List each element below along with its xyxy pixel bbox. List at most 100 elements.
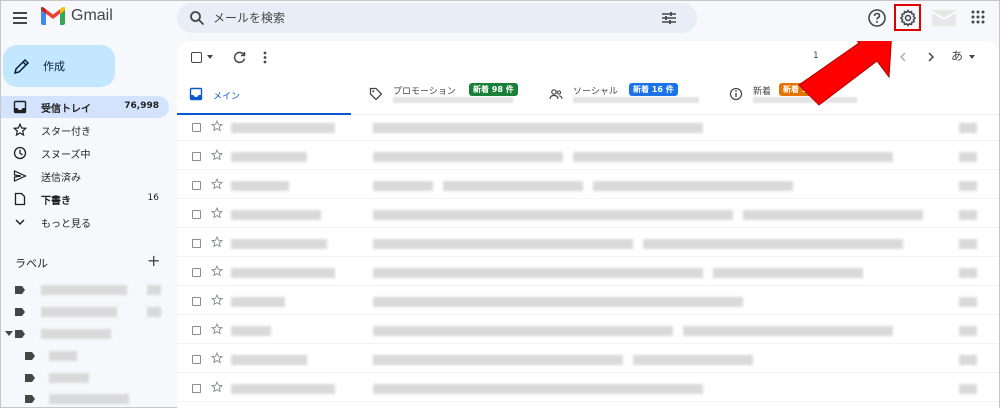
gmail-logo-icon[interactable] (41, 7, 65, 25)
redacted-subject (573, 152, 893, 162)
table-row[interactable] (177, 144, 999, 170)
redacted-subject (373, 355, 623, 365)
gear-icon[interactable] (899, 9, 917, 27)
sidebar-item-snoozed[interactable]: スヌーズ中 (1, 142, 169, 164)
redacted-label-name (49, 351, 77, 361)
search-options-icon[interactable] (661, 10, 677, 26)
table-row[interactable] (177, 318, 999, 344)
row-checkbox[interactable] (192, 384, 201, 393)
redacted-sender (231, 268, 335, 278)
label-item[interactable] (1, 282, 169, 298)
main-menu-icon[interactable] (9, 7, 31, 29)
inbox-icon (13, 100, 27, 114)
star-icon[interactable] (211, 149, 223, 161)
mail-list-panel: 1 0 行 あ メイン プロモーション 新着 98 件 (177, 41, 999, 408)
table-row[interactable] (177, 289, 999, 315)
table-row[interactable] (177, 260, 999, 286)
sidebar-item-starred[interactable]: スター付き (1, 119, 169, 141)
tab-new-badge: 新着 98 件 (469, 83, 518, 96)
search-icon[interactable] (189, 10, 205, 26)
star-icon[interactable] (211, 323, 223, 335)
label-tag-icon (25, 395, 35, 403)
redacted-subject (373, 239, 633, 249)
redacted-subject (373, 210, 733, 220)
sidebar-item-more[interactable]: もっと見る (1, 211, 169, 233)
sidebar-item-sent[interactable]: 送信済み (1, 165, 169, 187)
search-input[interactable] (213, 8, 633, 28)
redacted-date (959, 181, 977, 191)
star-icon[interactable] (211, 265, 223, 277)
label-item[interactable] (1, 370, 169, 386)
help-icon[interactable] (867, 8, 887, 28)
search-bar[interactable] (177, 3, 697, 33)
labels-heading: ラベル (15, 257, 48, 270)
table-row[interactable] (177, 173, 999, 199)
pencil-icon (13, 58, 30, 75)
table-row[interactable] (177, 115, 999, 141)
chevron-right-icon[interactable] (925, 51, 937, 63)
star-icon (13, 123, 27, 137)
row-checkbox[interactable] (192, 326, 201, 335)
input-tools-caret-icon[interactable] (969, 55, 975, 59)
sidebar-item-drafts[interactable]: 下書き 16 (1, 188, 169, 210)
send-icon (13, 170, 27, 182)
star-icon[interactable] (211, 236, 223, 248)
redacted-sender (231, 152, 307, 162)
tab-promotions[interactable]: プロモーション 新着 98 件 (357, 75, 531, 115)
row-checkbox[interactable] (192, 355, 201, 364)
tab-label: 新着 (753, 87, 772, 97)
redacted-label-name (49, 394, 129, 404)
sidebar-item-label: 送信済み (41, 173, 81, 184)
account-avatar[interactable] (931, 7, 957, 27)
sidebar-item-label: 下書き (41, 196, 71, 207)
label-item[interactable] (1, 304, 169, 320)
input-tools-button[interactable]: あ (951, 47, 963, 64)
label-tag-icon (15, 286, 25, 294)
label-item[interactable] (1, 326, 169, 342)
select-options-caret-icon[interactable] (207, 55, 213, 59)
tab-primary[interactable]: メイン (177, 75, 351, 115)
refresh-icon[interactable] (233, 51, 246, 64)
star-icon[interactable] (211, 352, 223, 364)
redacted-subject (373, 268, 703, 278)
sidebar-item-label: 受信トレイ (41, 104, 91, 115)
chevron-left-icon[interactable] (897, 51, 909, 63)
star-icon[interactable] (211, 120, 223, 132)
more-vert-icon[interactable] (263, 51, 267, 64)
tab-label: プロモーション (393, 87, 456, 97)
apps-grid-icon[interactable] (971, 10, 985, 24)
redacted-label-count (147, 285, 161, 295)
drafts-count: 16 (147, 193, 159, 203)
star-icon[interactable] (211, 207, 223, 219)
row-checkbox[interactable] (192, 152, 201, 161)
label-item[interactable] (1, 391, 169, 407)
annotation-arrow (798, 41, 892, 106)
label-item[interactable] (1, 348, 169, 364)
redacted-subject (443, 181, 583, 191)
table-row[interactable] (177, 231, 999, 257)
star-icon[interactable] (211, 178, 223, 190)
table-row[interactable] (177, 202, 999, 228)
star-icon[interactable] (211, 294, 223, 306)
table-row[interactable] (177, 376, 999, 402)
row-checkbox[interactable] (192, 181, 201, 190)
redacted-subject (373, 152, 563, 162)
redacted-subject (643, 239, 903, 249)
expand-caret-icon[interactable] (5, 331, 13, 336)
redacted-sender (231, 123, 335, 133)
row-checkbox[interactable] (192, 239, 201, 248)
tab-social[interactable]: ソーシャル 新着 16 件 (537, 75, 711, 115)
redacted-subject (373, 123, 703, 133)
row-checkbox[interactable] (192, 268, 201, 277)
sidebar-item-inbox[interactable]: 受信トレイ 76,998 (1, 96, 169, 118)
star-icon[interactable] (211, 381, 223, 393)
compose-button[interactable]: 作成 (3, 45, 115, 87)
add-label-button[interactable]: + (147, 251, 160, 270)
table-row[interactable] (177, 347, 999, 373)
row-checkbox[interactable] (192, 297, 201, 306)
app-title: Gmail (71, 7, 113, 24)
row-checkbox[interactable] (192, 210, 201, 219)
row-checkbox[interactable] (192, 123, 201, 132)
redacted-label-name (41, 307, 117, 317)
select-all-checkbox[interactable] (191, 52, 202, 63)
